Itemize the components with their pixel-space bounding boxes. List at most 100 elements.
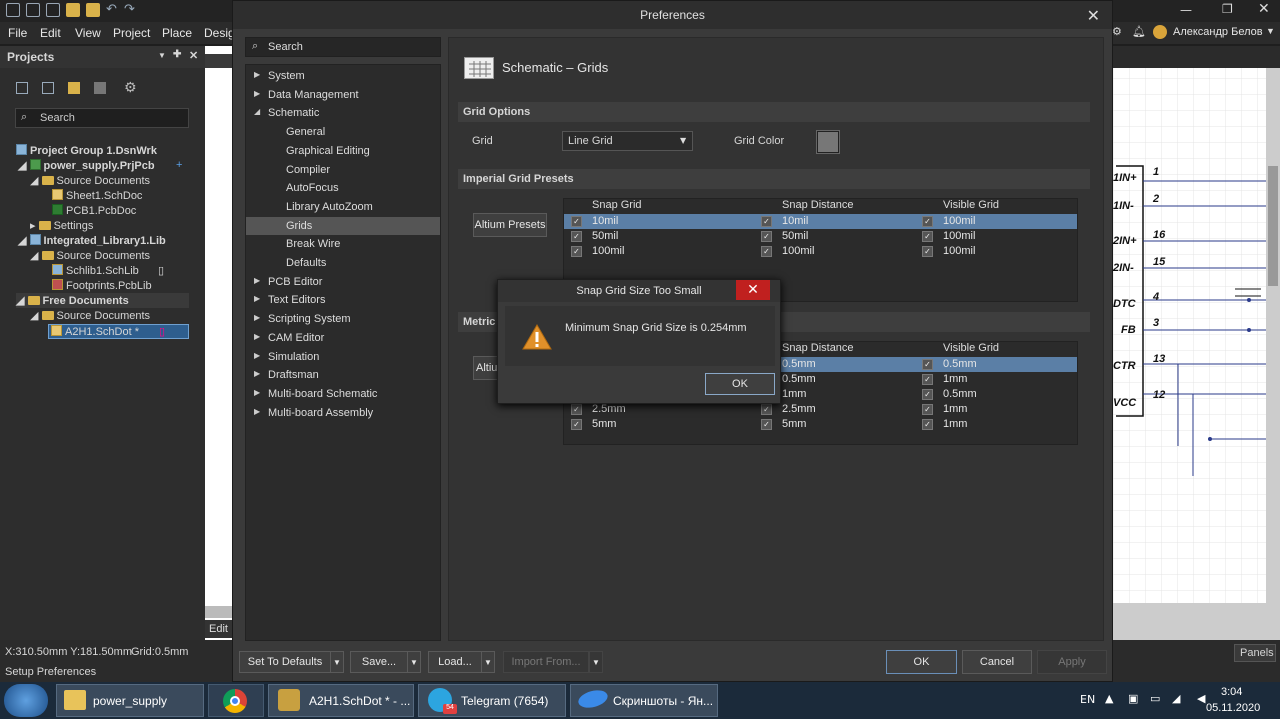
imperial-header[interactable]: Snap Distance	[754, 199, 854, 214]
pref-tree-item-defaults[interactable]: Defaults	[246, 254, 440, 272]
schematic-canvas-left[interactable]: Edit	[205, 46, 232, 640]
chevron-right-icon[interactable]: ▶	[254, 388, 260, 397]
menu-place[interactable]: Place	[162, 26, 192, 40]
warning-ok-button[interactable]: OK	[705, 373, 775, 395]
pref-tree-item-simulation[interactable]: ▶ Simulation	[246, 348, 440, 366]
chevron-right-icon[interactable]: ▶	[254, 294, 260, 303]
table-row[interactable]: ✓ 10mil ✓ 10mil ✓ 100mil	[564, 214, 1077, 229]
tree-a2h1-selected[interactable]: A2H1.SchDot * ▯	[48, 324, 189, 339]
edit-tab[interactable]: Edit	[205, 620, 232, 638]
table-cell[interactable]: 1mm	[915, 402, 967, 417]
imperial-header[interactable]: Snap Grid	[564, 199, 642, 214]
horizontal-scrollbar[interactable]	[205, 606, 232, 618]
tree-schlib1[interactable]: Schlib1.SchLib ▯	[52, 264, 172, 279]
table-cell[interactable]: 1mm	[915, 372, 967, 387]
pref-tree-item-data-management[interactable]: ▶ Data Management	[246, 86, 440, 104]
table-cell[interactable]: 2.5mm	[754, 402, 816, 417]
table-cell[interactable]: 10mil	[754, 214, 808, 229]
new-icon[interactable]	[6, 3, 20, 17]
table-cell[interactable]: 5mm	[564, 417, 616, 432]
table-cell[interactable]: 5mm	[754, 417, 806, 432]
cancel-button[interactable]: Cancel	[962, 650, 1032, 674]
clock-time[interactable]: 3:04	[1221, 686, 1242, 698]
table-cell[interactable]: 2.5mm	[564, 402, 626, 417]
pref-tree-item-break-wire[interactable]: Break Wire	[246, 235, 440, 253]
chevron-down-icon[interactable]: ▼	[1266, 26, 1275, 36]
document-tab[interactable]	[205, 54, 232, 68]
preferences-search-input[interactable]: Search	[245, 37, 441, 57]
avatar[interactable]	[1153, 25, 1167, 39]
compile-icon[interactable]	[42, 82, 54, 94]
table-cell[interactable]: 0.5mm	[915, 387, 977, 402]
chevron-right-icon[interactable]: ▶	[254, 369, 260, 378]
table-cell[interactable]: 50mil	[564, 229, 618, 244]
table-cell[interactable]: 100mil	[564, 244, 624, 259]
panels-button[interactable]: Panels	[1234, 644, 1276, 662]
maximize-icon[interactable]: ❐	[1222, 2, 1233, 16]
close-icon[interactable]: ✕	[1087, 6, 1100, 25]
tree-power-supply[interactable]: ◢ power_supply.PrjPcb +	[18, 159, 188, 174]
open-project-icon[interactable]	[86, 3, 100, 17]
chevron-down-icon[interactable]: ◢	[254, 107, 260, 116]
tree-source-documents-2[interactable]: ◢ Source Documents	[30, 249, 150, 264]
tree-free-documents[interactable]: ◢ Free Documents	[16, 293, 189, 308]
chevron-right-icon[interactable]: ▶	[254, 89, 260, 98]
load-button[interactable]: Load...	[428, 651, 482, 673]
tray-expand-icon[interactable]: ▲	[1105, 692, 1113, 705]
network-icon[interactable]: ▣	[1128, 692, 1138, 705]
pref-tree-item-grids[interactable]: Grids	[246, 216, 440, 235]
bell-icon[interactable]: 🔔︎	[1132, 25, 1146, 38]
table-row[interactable]: ✓ 100mil ✓ 100mil ✓ 100mil	[564, 244, 1077, 259]
tree-source-documents[interactable]: ◢ Source Documents	[30, 174, 150, 189]
pref-tree-item-cam-editor[interactable]: ▶ CAM Editor	[246, 329, 440, 347]
tree-source-documents-3[interactable]: ◢ Source Documents	[30, 309, 150, 324]
close-icon[interactable]: ✕	[736, 280, 770, 300]
ok-button[interactable]: OK	[886, 650, 957, 674]
chevron-right-icon[interactable]: ▶	[254, 70, 260, 79]
clock-date[interactable]: 05.11.2020	[1206, 702, 1260, 714]
table-cell[interactable]: 100mil	[915, 244, 975, 259]
set-to-defaults-button[interactable]: Set To Defaults	[239, 651, 331, 673]
tree-project-group[interactable]: Project Group 1.DsnWrk	[16, 144, 157, 159]
start-button[interactable]	[4, 684, 48, 717]
menu-edit[interactable]: Edit	[40, 26, 61, 40]
table-cell[interactable]: 1mm	[915, 417, 967, 432]
pref-tree-item-compiler[interactable]: Compiler	[246, 161, 440, 179]
pref-tree-item-pcb-editor[interactable]: ▶ PCB Editor	[246, 273, 440, 291]
minimize-icon[interactable]: —	[1180, 3, 1192, 17]
tree-pcb1[interactable]: PCB1.PcbDoc	[52, 204, 136, 219]
tree-footprints[interactable]: Footprints.PcbLib	[52, 279, 152, 294]
chevron-right-icon[interactable]: ▶	[254, 276, 260, 285]
tree-settings[interactable]: ▸ Settings	[30, 219, 93, 234]
import-from-button[interactable]: Import From...	[503, 651, 589, 673]
save-dropdown-icon[interactable]: ▼	[407, 651, 421, 673]
pref-tree-item-text-editors[interactable]: ▶ Text Editors	[246, 291, 440, 309]
table-row[interactable]: ✓ 2.5mm ✓ 2.5mm ✓ 1mm	[564, 402, 1077, 417]
table-row[interactable]: ✓ 50mil ✓ 50mil ✓ 100mil	[564, 229, 1077, 244]
signal-icon[interactable]: ◢	[1172, 692, 1180, 705]
save-icon[interactable]	[26, 3, 40, 17]
projects-search-input[interactable]: Search	[15, 108, 189, 128]
add-icon[interactable]: +	[176, 159, 182, 171]
taskbar-item-chrome[interactable]	[208, 684, 264, 717]
undo-icon[interactable]: ↶	[106, 2, 117, 17]
pref-tree-item-scripting-system[interactable]: ▶ Scripting System	[246, 310, 440, 328]
grid-type-select[interactable]: Line Grid	[562, 131, 693, 151]
table-cell[interactable]: 10mil	[564, 214, 618, 229]
device-icon[interactable]: ▭	[1150, 692, 1160, 705]
chevron-right-icon[interactable]: ▶	[254, 332, 260, 341]
open-folder-icon[interactable]	[66, 3, 80, 17]
close-folder-icon[interactable]	[94, 82, 106, 94]
pref-tree-item-draftsman[interactable]: ▶ Draftsman	[246, 366, 440, 384]
pref-tree-item-general[interactable]: General	[246, 123, 440, 141]
load-dropdown-icon[interactable]: ▼	[481, 651, 495, 673]
table-row[interactable]: ✓ 5mm ✓ 5mm ✓ 1mm	[564, 417, 1077, 432]
pref-tree-item-multi-board-schematic[interactable]: ▶ Multi-board Schematic	[246, 385, 440, 403]
close-icon[interactable]: ✕	[1258, 1, 1270, 17]
panel-menu-icon[interactable]: ▼	[158, 51, 166, 60]
table-cell[interactable]: 100mil	[754, 244, 814, 259]
apply-button[interactable]: Apply	[1037, 650, 1107, 674]
save-all-icon[interactable]	[46, 3, 60, 17]
tree-sheet1[interactable]: Sheet1.SchDoc	[52, 189, 142, 204]
volume-icon[interactable]: ◀	[1197, 692, 1205, 705]
